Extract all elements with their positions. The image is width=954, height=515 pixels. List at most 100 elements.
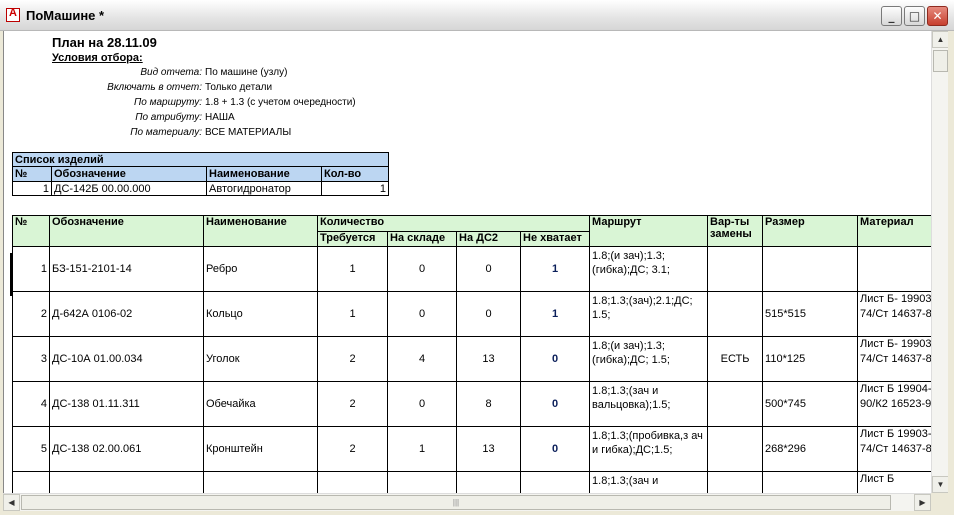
pl-header-n: № [12,166,52,182]
condition-value: ВСЕ МАТЕРИАЛЫ [205,127,292,138]
table-row[interactable]: 3 ДС-10А 01.00.034 Уголок 2 4 13 0 1.8;(и зач);… [12,336,932,382]
cell-code: ДС-10А 01.00.034 [49,336,204,382]
table-row[interactable]: 5 ДС-138 02.00.061 Кронштейн 2 1 13 0 1.8;1.3;(… [12,426,932,472]
cell-required [317,471,388,493]
condition-value: НАША [205,112,235,123]
cell-stock [387,471,457,493]
report-title: План на 28.11.09 [52,35,157,50]
header-size: Размер [762,215,859,247]
cell-stock: 1 [387,426,457,472]
condition-value: 1.8 + 1.3 (с учетом очередности) [205,97,356,108]
table-row[interactable]: 1 БЗ-151-2101-14 Ребро 1 0 0 1 1.8;(и зач);1.3;… [12,246,932,292]
vertical-scroll-thumb[interactable] [933,50,948,72]
table-row[interactable]: 1.8;1.3;(зач и Лист Б [12,471,932,493]
pl-cell-qty: 1 [321,181,389,196]
cell-shortage: 0 [519,336,591,382]
horizontal-scrollbar[interactable]: ◀ ||| ▶ [3,493,931,511]
cell-stock: 0 [387,291,457,337]
scroll-left-icon[interactable]: ◀ [3,494,20,511]
header-code: Обозначение [49,215,204,247]
app-icon [6,7,20,22]
cell-stock: 0 [387,381,457,427]
cell-name: Уголок [203,336,318,382]
title-bar[interactable]: ПоМашине * _ □ ✕ [0,0,954,31]
scroll-right-icon[interactable]: ▶ [914,494,931,511]
cell-name: Ребро [203,246,318,292]
header-name: Наименование [203,215,318,247]
condition-label: Включать в отчет: [107,82,202,93]
report-window: ПоМашине * _ □ ✕ План на 28.11.09 Услови… [0,0,954,515]
cell-stock: 0 [387,246,457,292]
cell-shortage: 1 [519,291,591,337]
cell-variants [707,381,764,427]
cell-ds2: 13 [456,336,521,382]
pl-cell-n: 1 [12,181,52,196]
cell-ds2: 0 [456,246,521,292]
cell-n: 1 [12,246,50,292]
cell-code: ДС-138 01.11.311 [49,381,204,427]
header-stock: На складе [387,231,457,247]
maximize-button[interactable]: □ [904,6,925,26]
cell-required: 1 [317,246,388,292]
cell-route: 1.8;1.3;(зач и вальцовка);1.5; [589,381,709,427]
cell-required: 2 [317,336,388,382]
cell-route: 1.8;1.3;(зач);2.1;ДС; 1.5; [589,291,709,337]
pl-header-qty: Кол-во [321,166,389,182]
cell-size: 110*125 [762,336,859,382]
cell-size: 515*515 [762,291,859,337]
header-variants: Вар-ты замены [707,215,764,247]
cell-shortage: 0 [519,426,591,472]
vertical-scrollbar[interactable]: ▲ ▼ [931,31,949,493]
conditions-header: Условия отбора: [52,52,143,64]
product-list-title: Список изделий [12,152,389,167]
cell-material: Лист Б [857,471,932,493]
cell-n: 4 [12,381,50,427]
product-list-table: Список изделий № Обозначение Наименовани… [12,152,389,196]
cell-n [12,471,50,493]
horizontal-scroll-thumb[interactable]: ||| [21,495,891,510]
header-material: Материал [857,215,932,247]
condition-label: Вид отчета: [140,67,202,78]
pl-header-code: Обозначение [51,166,207,182]
cell-code: ДС-138 02.00.061 [49,426,204,472]
header-quantity: Количество [316,215,591,232]
pl-cell-code: ДС-142Б 00.00.000 [51,181,207,196]
cell-material: Лист Б- 19903-74/Ст 14637-89 [857,336,932,382]
cell-material [857,246,932,292]
cell-name [203,471,318,493]
scroll-up-icon[interactable]: ▲ [932,31,949,48]
cell-route: 1.8;(и зач);1.3;(гибка);ДС; 1.5; [589,336,709,382]
scroll-down-icon[interactable]: ▼ [932,476,949,493]
header-required: Требуется [317,231,388,247]
cell-variants: ЕСТЬ [707,336,764,382]
condition-label: По материалу: [130,127,202,138]
header-n: № [12,215,50,247]
table-row[interactable]: 2 Д-642А 0106-02 Кольцо 1 0 0 1 1.8;1.3;(зач);2… [12,291,932,337]
cell-name: Обечайка [203,381,318,427]
cell-code: Д-642А 0106-02 [49,291,204,337]
condition-value: Только детали [205,82,273,93]
minimize-button[interactable]: _ [881,6,902,26]
cell-name: Кронштейн [203,426,318,472]
table-row[interactable]: 1 ДС-142Б 00.00.000 Автогидронатор 1 [12,181,389,196]
close-button[interactable]: ✕ [927,6,948,26]
cell-variants [707,426,764,472]
condition-label: По атрибуту: [135,112,202,123]
header-shortage: Не хватает [519,231,591,247]
cell-variants [707,291,764,337]
cell-variants [707,471,764,493]
cell-size: 500*745 [762,381,859,427]
cell-stock: 4 [387,336,457,382]
cell-size: 268*296 [762,426,859,472]
cell-ds2: 0 [456,291,521,337]
header-route: Маршрут [589,215,709,247]
cell-ds2: 13 [456,426,521,472]
condition-label: По маршруту: [134,97,202,108]
cell-route: 1.8;1.3;(зач и [589,471,709,493]
cell-material: Лист Б 19903-74/Ст 14637-89 [857,426,932,472]
cell-required: 2 [317,426,388,472]
table-row[interactable]: 4 ДС-138 01.11.311 Обечайка 2 0 8 0 1.8;1.3;(за… [12,381,932,427]
cell-n: 3 [12,336,50,382]
cell-size [762,246,859,292]
cell-code [49,471,204,493]
